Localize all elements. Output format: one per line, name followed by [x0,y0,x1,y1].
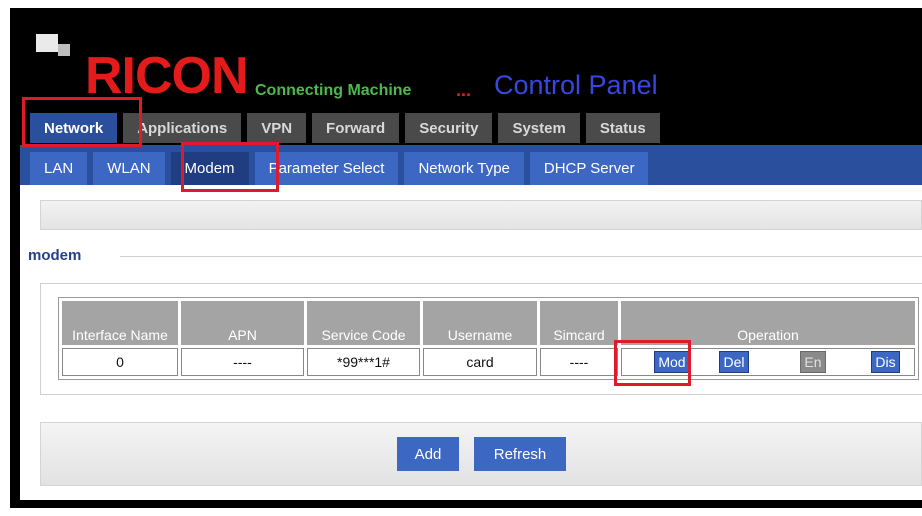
table-header-row: Interface Name APN Service Code Username… [62,301,915,345]
subtab-lan[interactable]: LAN [30,152,88,185]
subtab-network-type[interactable]: Network Type [404,152,524,185]
tab-system[interactable]: System [498,113,580,143]
add-button[interactable]: Add [397,437,459,471]
subtab-dhcp-server[interactable]: DHCP Server [529,152,649,185]
tab-applications[interactable]: Applications [123,113,242,143]
modem-table: Interface Name APN Service Code Username… [58,297,919,380]
col-simcard: Simcard [540,301,618,345]
tab-vpn[interactable]: VPN [247,113,307,143]
subtab-modem[interactable]: Modem [170,152,249,185]
tab-forward[interactable]: Forward [312,113,400,143]
brand-name: RICON [85,47,249,105]
del-button[interactable]: Del [719,351,749,373]
subtab-wlan[interactable]: WLAN [93,152,165,185]
refresh-button[interactable]: Refresh [474,437,566,471]
col-operation: Operation [621,301,915,345]
tab-security[interactable]: Security [405,113,493,143]
en-button[interactable]: En [800,351,826,373]
logo-mark-icon [36,34,74,62]
sub-tabs: LAN WLAN Modem Parameter Select Network … [30,152,649,185]
mod-button[interactable]: Mod [654,351,690,373]
brand-dots: ... [456,80,472,100]
col-apn: APN [181,301,304,345]
table-row: 0 ---- *99***1# card ---- Mod Del En Dis [62,348,915,376]
cell-simcard: ---- [540,348,618,376]
main-tabs: Network Applications VPN Forward Securit… [30,113,660,145]
subtab-parameter-select[interactable]: Parameter Select [254,152,399,185]
cell-operation: Mod Del En Dis [621,348,915,376]
tab-network[interactable]: Network [30,113,118,143]
cell-service-code: *99***1# [307,348,420,376]
dis-button[interactable]: Dis [871,351,900,373]
brand-tagline: Connecting Machine [255,82,412,99]
cell-username: card [423,348,537,376]
col-service-code: Service Code [307,301,420,345]
cell-interface-name: 0 [62,348,178,376]
panel-title: Control Panel [494,70,658,100]
section-legend: modem [28,247,82,264]
legend-divider [120,256,922,257]
col-interface-name: Interface Name [62,301,178,345]
tab-status[interactable]: Status [585,113,660,143]
col-username: Username [423,301,537,345]
info-bar [40,200,922,230]
cell-apn: ---- [181,348,304,376]
